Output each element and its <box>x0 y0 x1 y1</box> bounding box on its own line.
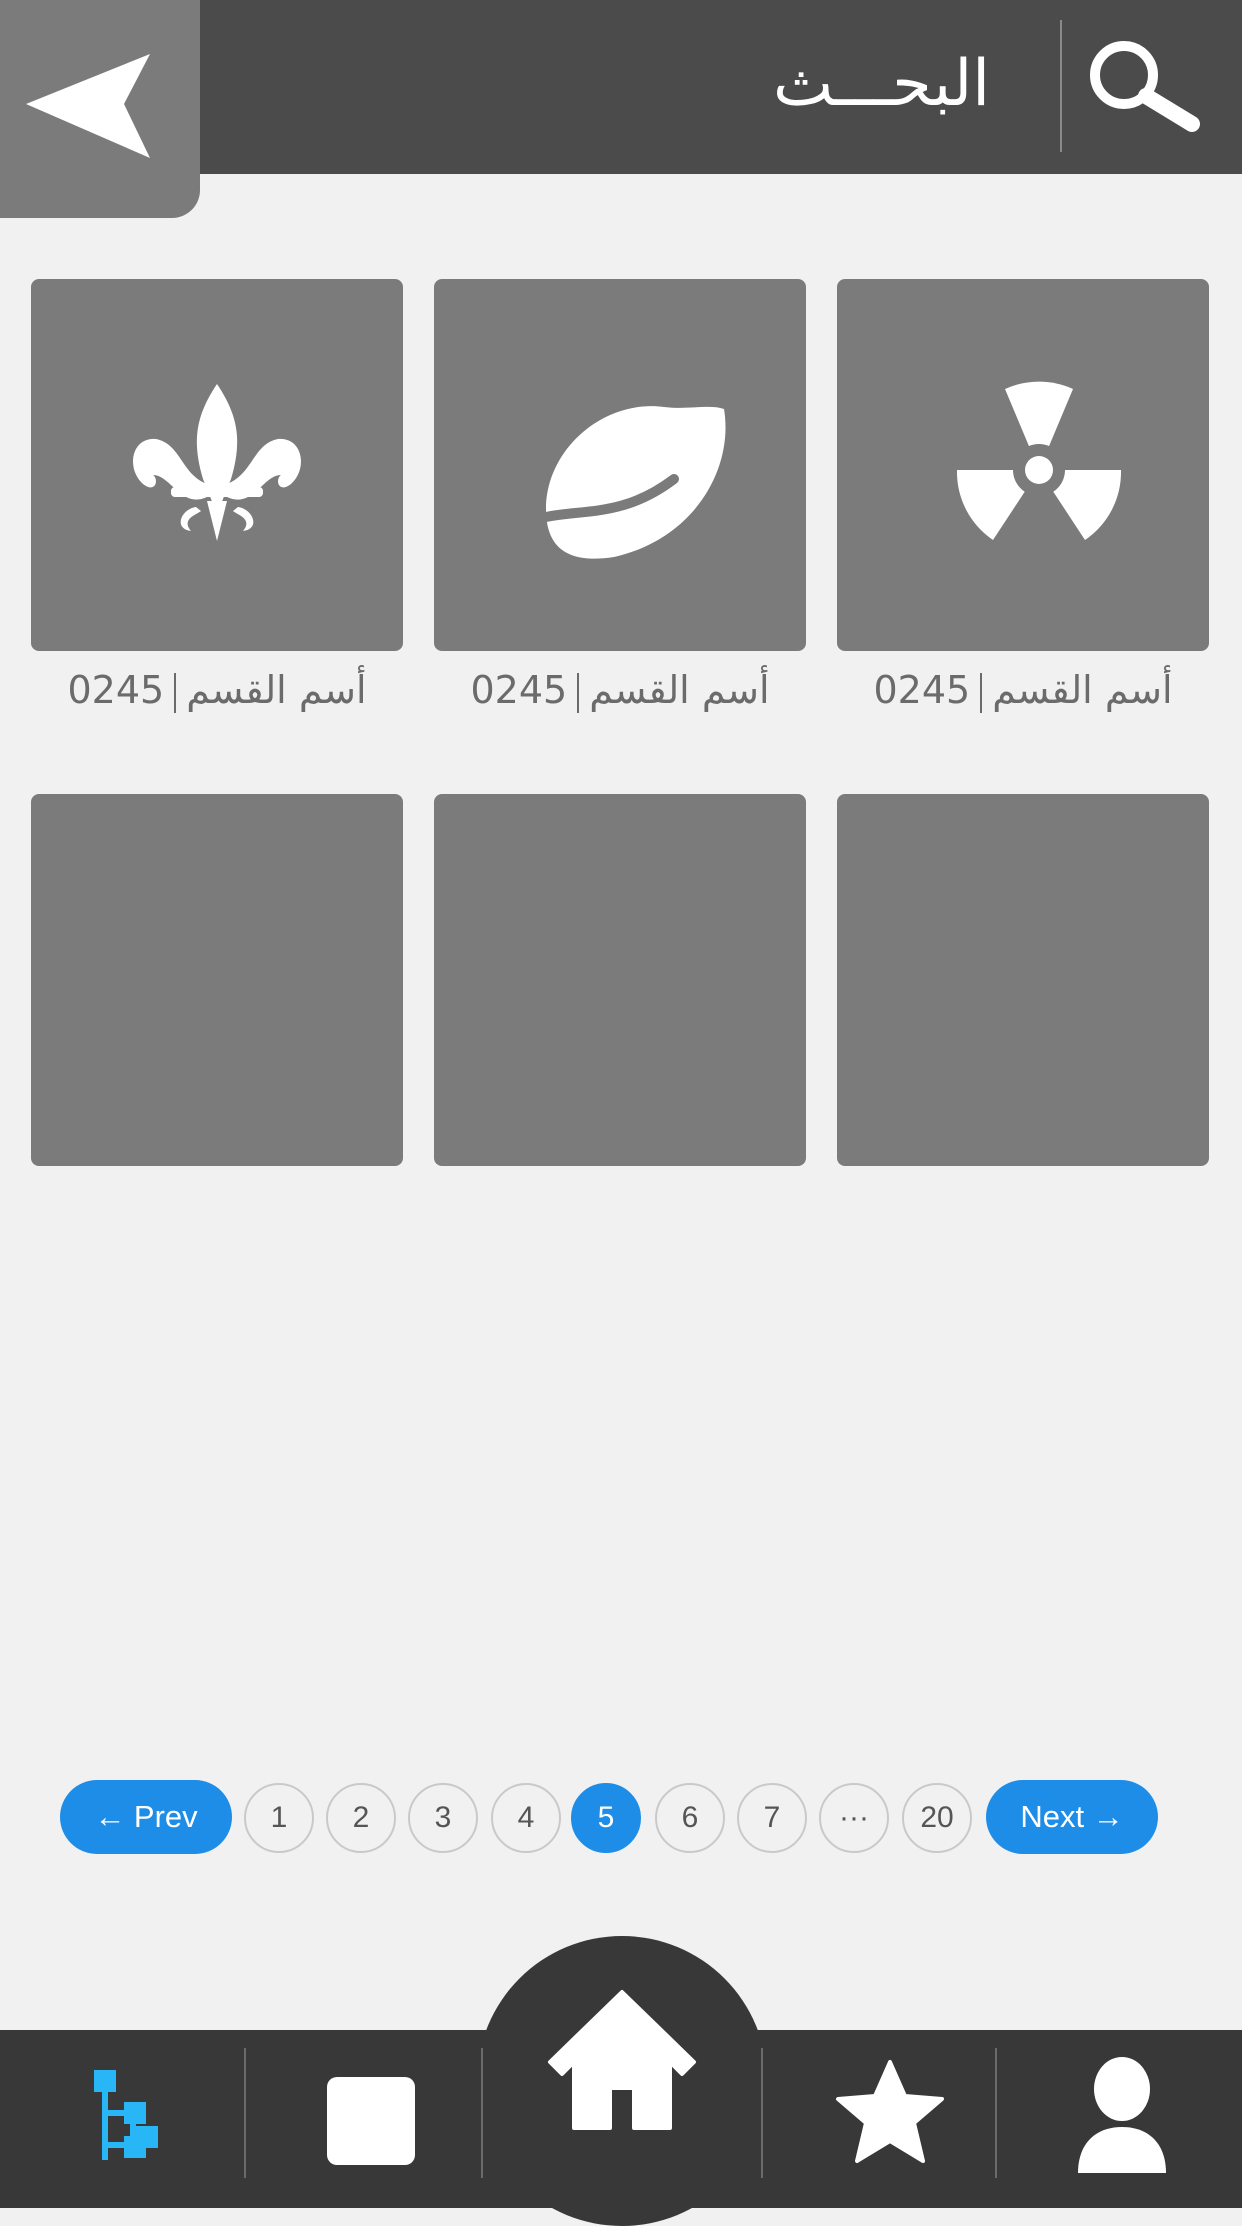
page-ellipsis: ··· <box>819 1783 889 1853</box>
leaf-icon <box>541 406 726 559</box>
category-tile-4[interactable] <box>837 794 1209 1166</box>
category-tile-3[interactable] <box>31 279 403 651</box>
page-6-button[interactable]: 6 <box>655 1783 725 1853</box>
home-icon <box>548 1990 696 2130</box>
page-5-button[interactable]: 5 <box>571 1783 641 1853</box>
nav-divider <box>244 2048 246 2178</box>
category-tile-6[interactable] <box>31 794 403 1166</box>
search-button[interactable] <box>1082 30 1212 140</box>
page-7-button[interactable]: 7 <box>737 1783 807 1853</box>
back-button[interactable] <box>0 0 200 218</box>
tile-count: 0245 <box>470 668 568 712</box>
pagination: ← Prev 1 2 3 4 5 6 7 ··· 20 Next → <box>60 1780 1160 1854</box>
tile-name: أسم القسم <box>589 668 770 712</box>
square-icon <box>327 2077 415 2165</box>
page-title: البحـــث <box>773 47 990 121</box>
star-icon <box>836 2060 944 2163</box>
category-tile-5[interactable] <box>434 794 806 1166</box>
tile-count: 0245 <box>67 668 165 712</box>
tile-caption-2: 0245 أسم القسم <box>434 662 806 718</box>
nav-square-button[interactable] <box>325 2075 417 2171</box>
prev-button[interactable]: ← Prev <box>60 1780 232 1854</box>
category-tile-2[interactable] <box>434 279 806 651</box>
user-icon <box>1078 2057 1166 2173</box>
page-4-button[interactable]: 4 <box>491 1783 561 1853</box>
radiation-icon <box>956 381 1122 540</box>
tile-caption-1: 0245 أسم القسم <box>837 662 1209 718</box>
tile-name: أسم القسم <box>186 668 367 712</box>
tile-caption-3: 0245 أسم القسم <box>31 662 403 718</box>
tree-icon <box>94 2070 158 2160</box>
next-button[interactable]: Next → <box>986 1780 1158 1854</box>
tile-count: 0245 <box>873 668 971 712</box>
nav-divider <box>995 2048 997 2178</box>
page-20-button[interactable]: 20 <box>902 1783 972 1853</box>
search-icon <box>1090 41 1200 132</box>
nav-divider <box>761 2048 763 2178</box>
page-2-button[interactable]: 2 <box>326 1783 396 1853</box>
nav-profile-button[interactable] <box>1072 2055 1172 2179</box>
nav-home-button[interactable] <box>542 1980 702 2144</box>
page-3-button[interactable]: 3 <box>408 1783 478 1853</box>
fleur-de-lis-icon <box>133 384 301 541</box>
page-1-button[interactable]: 1 <box>244 1783 314 1853</box>
nav-tree-button[interactable] <box>80 2060 172 2174</box>
header-divider <box>1060 20 1062 152</box>
back-arrow-icon <box>26 54 150 158</box>
nav-divider <box>481 2048 483 2178</box>
nav-favorites-button[interactable] <box>832 2058 948 2172</box>
category-tile-1[interactable] <box>837 279 1209 651</box>
tile-name: أسم القسم <box>992 668 1173 712</box>
